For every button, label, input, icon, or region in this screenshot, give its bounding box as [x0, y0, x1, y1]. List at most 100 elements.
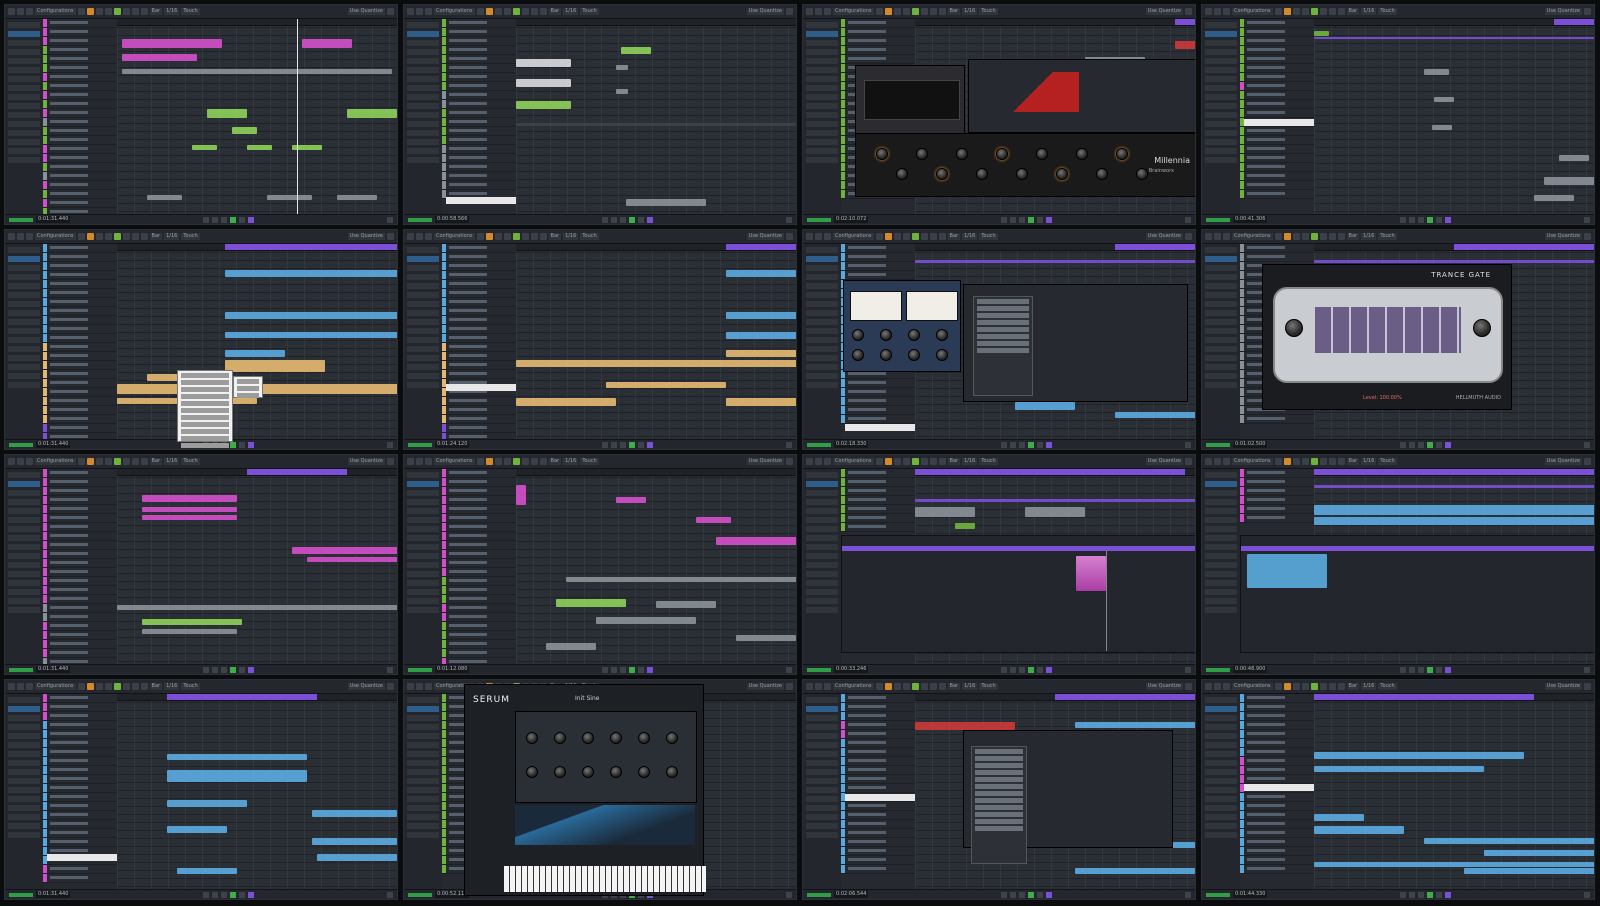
inspector-row[interactable]: [8, 823, 40, 829]
grid-type-label[interactable]: Bar: [1346, 458, 1360, 465]
inspector-row[interactable]: [1205, 328, 1237, 334]
track-header[interactable]: [442, 163, 516, 172]
event-clip[interactable]: [516, 59, 571, 67]
project-window[interactable]: [516, 469, 796, 664]
inspector-row[interactable]: [806, 292, 838, 298]
track-header[interactable]: [1240, 190, 1314, 199]
window-layout-button[interactable]: [387, 458, 394, 465]
configurations-label[interactable]: Configurations: [833, 683, 874, 690]
play-icon-button[interactable]: [1028, 216, 1035, 223]
menu-item[interactable]: [975, 805, 1023, 810]
track-header[interactable]: [43, 136, 117, 145]
project-window[interactable]: [117, 694, 397, 889]
cycle-icon-button[interactable]: [26, 458, 33, 465]
window-layout-button[interactable]: [786, 233, 793, 240]
track-header[interactable]: [43, 550, 117, 559]
grid-type-label[interactable]: Bar: [149, 8, 163, 15]
track-header[interactable]: [442, 325, 516, 334]
inspector-row[interactable]: [407, 301, 439, 307]
event-clip[interactable]: [232, 127, 257, 134]
track-header[interactable]: [1240, 487, 1314, 496]
cycle-icon-button[interactable]: [824, 458, 831, 465]
inspector-row[interactable]: [8, 508, 40, 514]
inspector-row[interactable]: [407, 472, 439, 478]
cycle-icon-button[interactable]: [248, 891, 255, 898]
inspector-row[interactable]: [806, 589, 838, 595]
track-header[interactable]: [43, 280, 117, 289]
loop-region[interactable]: [1055, 694, 1195, 700]
event-clip[interactable]: [142, 515, 237, 520]
cycle-icon-button[interactable]: [1046, 666, 1053, 673]
toolbar-tool-button[interactable]: [929, 683, 937, 690]
inspector-row[interactable]: [407, 112, 439, 118]
cycle-icon-button[interactable]: [1445, 666, 1452, 673]
track-header[interactable]: [43, 271, 117, 280]
menu-item[interactable]: [975, 763, 1023, 768]
mute-icon-button[interactable]: [1274, 233, 1282, 240]
toolbar-tool-button[interactable]: [113, 8, 121, 15]
configurations-label[interactable]: Configurations: [833, 233, 874, 240]
eq-knob[interactable]: [996, 148, 1008, 160]
inspector-row[interactable]: [806, 832, 838, 838]
inspector-row[interactable]: [407, 751, 439, 757]
inspector-row[interactable]: [806, 139, 838, 145]
event-clip[interactable]: [1559, 155, 1589, 161]
cycle-icon-button[interactable]: [248, 666, 255, 673]
track-header[interactable]: [43, 289, 117, 298]
toolbar-tool-button[interactable]: [494, 458, 502, 465]
mute-icon-button[interactable]: [77, 233, 85, 240]
inspector-row[interactable]: [407, 607, 439, 613]
track-header[interactable]: [442, 532, 516, 541]
forward-icon-button[interactable]: [815, 233, 822, 240]
grid-type-label[interactable]: Bar: [947, 458, 961, 465]
snap-mode-label[interactable]: Use Quantize: [1544, 8, 1582, 15]
play-icon-button[interactable]: [1427, 666, 1434, 673]
quantize-label[interactable]: 1/16: [1361, 458, 1377, 465]
context-menu[interactable]: [177, 370, 233, 448]
toolbar-tool-button[interactable]: [893, 683, 901, 690]
configurations-label[interactable]: Configurations: [35, 458, 76, 465]
inspector-row[interactable]: [1205, 760, 1237, 766]
menu-item[interactable]: [181, 422, 229, 427]
grid-type-label[interactable]: Bar: [149, 233, 163, 240]
toolbar-tool-button[interactable]: [512, 233, 520, 240]
inspector-row[interactable]: [407, 580, 439, 586]
grid-type-label[interactable]: Bar: [947, 8, 961, 15]
grid-type-label[interactable]: Bar: [149, 683, 163, 690]
track-header[interactable]: [1240, 793, 1314, 802]
record-icon-button[interactable]: [239, 666, 246, 673]
inspector-row[interactable]: [1205, 274, 1237, 280]
cycle-icon-button[interactable]: [1223, 683, 1230, 690]
inspector-row[interactable]: [8, 715, 40, 721]
track-header[interactable]: [841, 739, 915, 748]
track-header[interactable]: [841, 847, 915, 856]
stop-icon-button[interactable]: [620, 441, 627, 448]
event-clip[interactable]: [1424, 69, 1449, 75]
selected-track[interactable]: [845, 424, 915, 431]
configurations-label[interactable]: Configurations: [1232, 683, 1273, 690]
inspector-row[interactable]: [407, 40, 439, 46]
grid-type-label[interactable]: Bar: [548, 458, 562, 465]
inspector-row[interactable]: [1205, 31, 1237, 37]
window-layout-button[interactable]: [1584, 458, 1591, 465]
window-layout-button[interactable]: [1185, 233, 1192, 240]
event-clip[interactable]: [726, 332, 796, 339]
compressor-knob[interactable]: [908, 329, 920, 341]
project-window[interactable]: [1314, 19, 1594, 214]
track-header[interactable]: [841, 766, 915, 775]
eq-knob[interactable]: [936, 168, 948, 180]
inspector-row[interactable]: [1205, 22, 1237, 28]
track-header[interactable]: [841, 748, 915, 757]
track-header[interactable]: [442, 649, 516, 658]
track-header[interactable]: [442, 73, 516, 82]
forward-icon-button[interactable]: [1010, 666, 1017, 673]
menu-item[interactable]: [977, 334, 1029, 339]
configurations-label[interactable]: Configurations: [35, 233, 76, 240]
inspector-row[interactable]: [1205, 490, 1237, 496]
toolbar-tool-button[interactable]: [131, 233, 139, 240]
inspector-row[interactable]: [806, 697, 838, 703]
grid-type-label[interactable]: Bar: [548, 8, 562, 15]
inspector-row[interactable]: [1205, 301, 1237, 307]
inspector-row[interactable]: [806, 328, 838, 334]
inspector-row[interactable]: [8, 481, 40, 487]
